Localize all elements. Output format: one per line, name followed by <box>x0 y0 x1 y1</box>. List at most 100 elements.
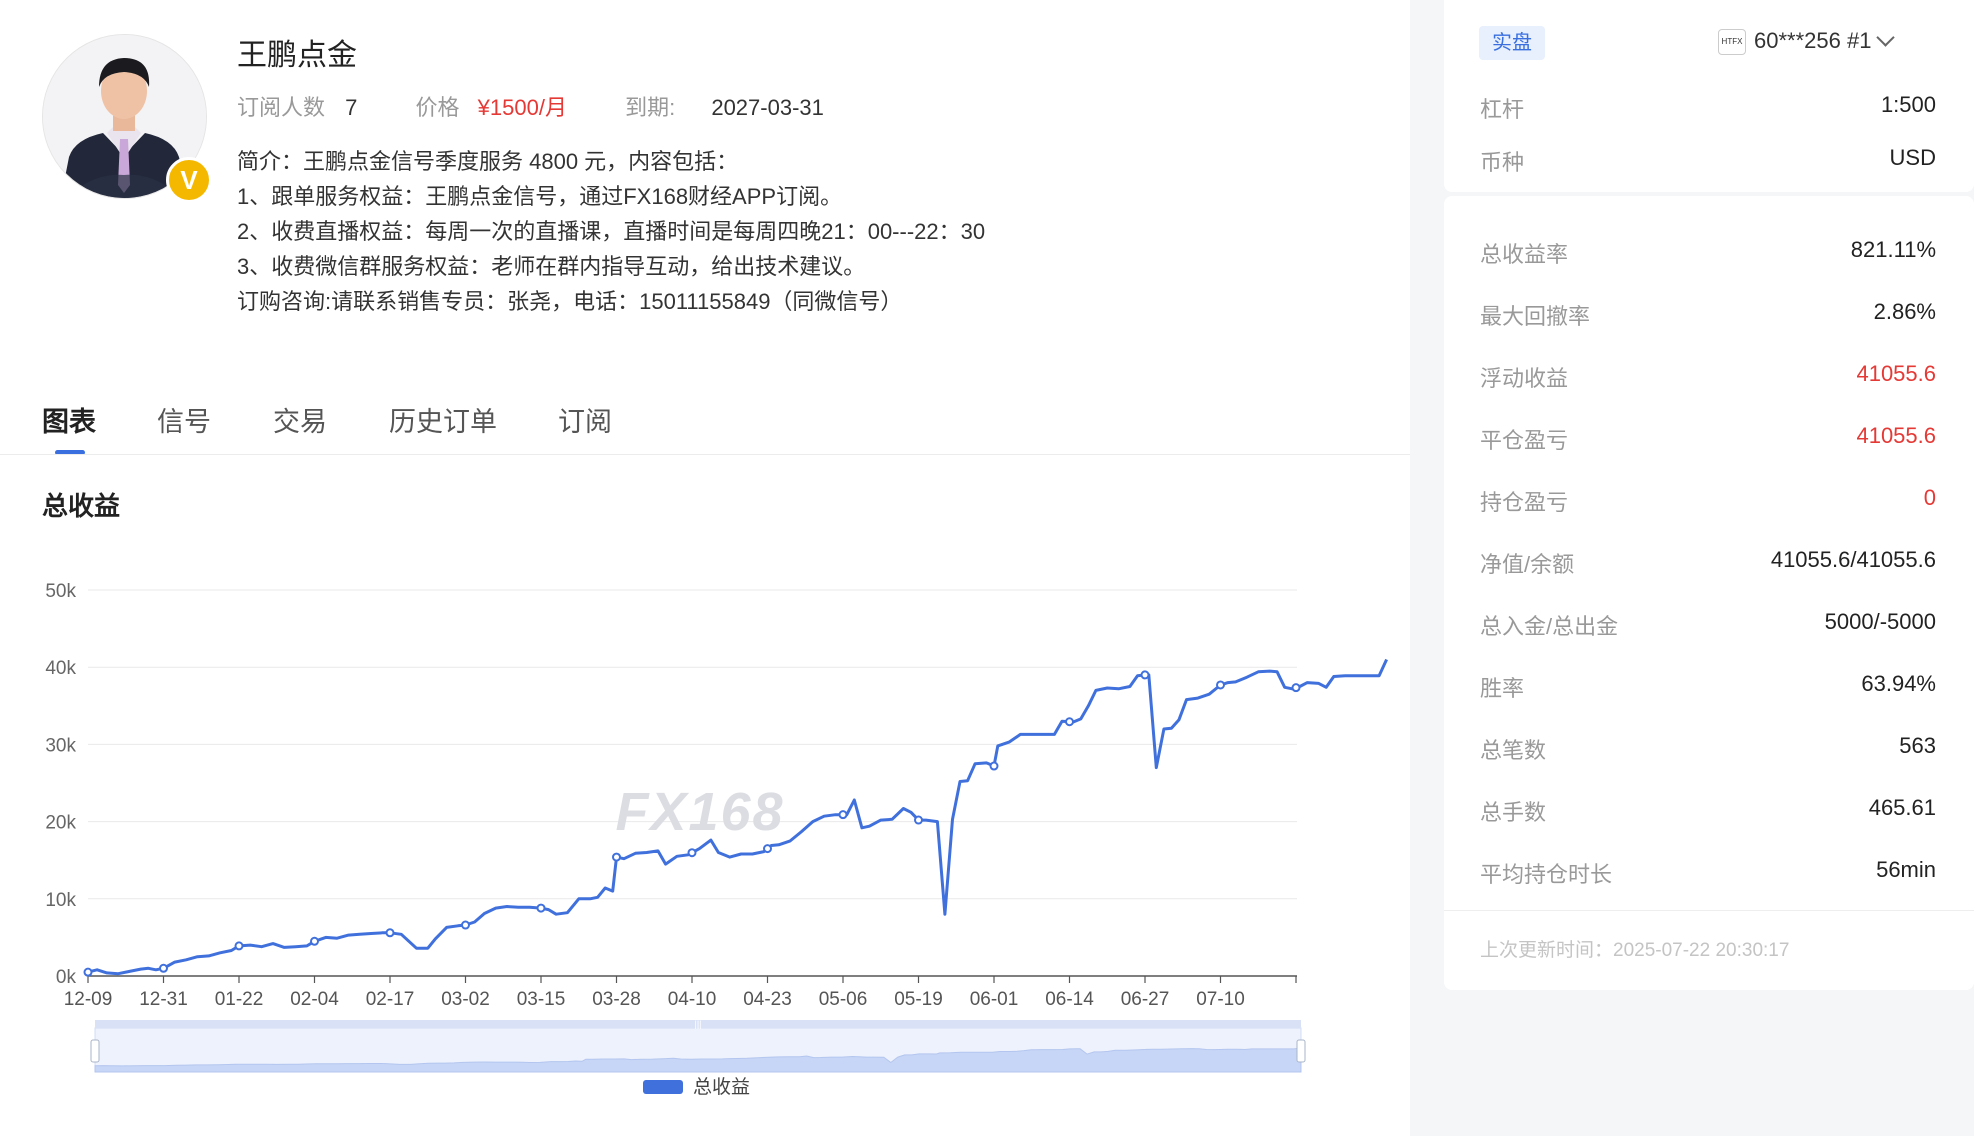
x-tick-label: 05-19 <box>894 989 943 1010</box>
tab-divider <box>0 454 1410 455</box>
signal-name: 王鹏点金 <box>237 39 357 72</box>
data-point <box>612 852 621 862</box>
stat-value: 563 <box>1899 733 1936 758</box>
x-tick-label: 06-14 <box>1045 989 1094 1010</box>
price-value: ¥1500/月 <box>477 95 567 120</box>
watermark: FX168 <box>615 782 784 842</box>
profile-meta: 订阅人数 7 价格 ¥1500/月 到期: 2027-03-31 <box>237 90 824 122</box>
data-point <box>1216 680 1225 690</box>
stat-value: 41055.6 <box>1856 361 1936 386</box>
account-selector[interactable]: HTFX 60***256 #1 <box>1718 28 1896 56</box>
data-point <box>1065 717 1074 727</box>
stat-label: 胜率 <box>1480 676 1525 701</box>
zoom-slider-grip: ||| <box>694 1019 701 1029</box>
stat-value: 41055.6 <box>1856 423 1936 448</box>
zoom-slider-handle-left[interactable] <box>90 1039 100 1063</box>
live-account-tag: 实盘 <box>1479 26 1545 60</box>
stat-label: 净值/余额 <box>1480 552 1575 577</box>
total-profit-chart: 0k 10k 20k 30k 40k 50k 12-09 12-31 01-22 02-04 02-… <box>45 581 1388 1098</box>
stat-label: 总手数 <box>1480 800 1547 825</box>
x-tick-label: 03-02 <box>441 989 490 1010</box>
data-point <box>914 815 923 825</box>
data-point <box>536 903 546 913</box>
leverage-value: 1:500 <box>1880 92 1936 117</box>
y-tick-label: 10k <box>45 890 76 911</box>
x-tick-label: 07-10 <box>1196 989 1245 1010</box>
data-point <box>1140 670 1150 680</box>
description-line: 订购咨询:请联系销售专员：张尧，电话：15011155849（同微信号） <box>237 289 903 314</box>
tab-trades[interactable]: 交易 <box>273 400 327 439</box>
stat-value: 41055.6/41055.6 <box>1770 547 1936 572</box>
stat-value: 465.61 <box>1868 795 1936 820</box>
x-tick-label: 02-04 <box>290 989 339 1010</box>
description-line: 1、跟单服务权益：王鹏点金信号，通过FX168财经APP订阅。 <box>237 184 843 209</box>
price-label: 价格 <box>415 95 460 120</box>
chart-title: 总收益 <box>42 491 121 521</box>
data-point <box>1291 683 1301 693</box>
stat-value: 2.86% <box>1873 299 1936 324</box>
description-line: 2、收费直播权益：每周一次的直播课，直播时间是每周四晚21：00---22：30 <box>237 219 986 244</box>
stat-label: 总入金/总出金 <box>1480 614 1619 639</box>
data-point <box>385 928 395 938</box>
description-line: 3、收费微信群服务权益：老师在群内指导互动，给出技术建议。 <box>237 254 866 279</box>
stat-label: 最大回撤率 <box>1480 304 1591 329</box>
x-tick-label: 05-06 <box>819 989 868 1010</box>
y-tick-label: 40k <box>45 658 76 679</box>
x-tick-label: 04-23 <box>743 989 792 1010</box>
stat-value: 63.94% <box>1861 671 1936 696</box>
y-tick-label: 20k <box>45 813 76 834</box>
stat-label: 总笔数 <box>1480 738 1547 763</box>
tab-subscribe[interactable]: 订阅 <box>558 400 612 439</box>
x-tick-label: 12-31 <box>139 989 188 1010</box>
x-tick-label: 03-28 <box>592 989 641 1010</box>
main-panel: V 王鹏点金 订阅人数 7 价格 ¥1500/月 到期: 2027-03-31 … <box>0 0 1410 1136</box>
expire-value: 2027-03-31 <box>711 95 824 120</box>
stat-value: 0 <box>1923 485 1936 510</box>
tab-history-orders[interactable]: 历史订单 <box>389 400 497 439</box>
stat-value: 821.11% <box>1850 237 1936 262</box>
stats-divider <box>1444 910 1974 911</box>
x-tick-label: 06-01 <box>970 989 1019 1010</box>
stat-label: 总收益率 <box>1480 242 1569 267</box>
expire-label: 到期: <box>625 95 676 120</box>
y-tick-label: 0k <box>56 967 77 988</box>
legend-swatch[interactable] <box>643 1080 683 1094</box>
last-updated: 上次更新时间：2025-07-22 20:30:17 <box>1480 940 1790 961</box>
description-line: 简介：王鹏点金信号季度服务 4800 元，内容包括： <box>237 149 739 174</box>
data-point <box>838 810 848 820</box>
zoom-slider-handle-right[interactable] <box>1296 1039 1306 1063</box>
x-tick-label: 01-22 <box>215 989 264 1010</box>
leverage-label: 杠杆 <box>1480 97 1525 122</box>
data-point <box>83 967 93 977</box>
y-tick-label: 50k <box>45 581 76 602</box>
avatar[interactable]: V <box>42 34 212 203</box>
data-point <box>310 936 319 946</box>
x-tick-label: 04-10 <box>668 989 717 1010</box>
x-tick-label: 02-17 <box>366 989 415 1010</box>
x-tick-label: 03-15 <box>517 989 566 1010</box>
x-tick-label: 12-09 <box>64 989 113 1010</box>
stat-label: 持仓盈亏 <box>1480 490 1569 515</box>
stat-value: 56min <box>1876 857 1936 882</box>
data-point <box>989 761 999 771</box>
subscribers-label: 订阅人数 <box>237 95 326 120</box>
stat-value: 5000/-5000 <box>1824 609 1936 634</box>
x-tick-label: 06-27 <box>1121 989 1170 1010</box>
data-point <box>234 941 244 951</box>
stat-label: 平仓盈亏 <box>1480 428 1569 453</box>
verified-badge-icon: V <box>166 157 212 203</box>
description: 简介：王鹏点金信号季度服务 4800 元，内容包括： 1、跟单服务权益：王鹏点金… <box>237 144 985 319</box>
legend-label: 总收益 <box>693 1076 750 1098</box>
chevron-down-icon[interactable] <box>1876 28 1896 47</box>
y-tick-label: 30k <box>45 735 76 756</box>
tab-signal[interactable]: 信号 <box>157 400 211 439</box>
data-point <box>461 920 470 930</box>
stat-label: 浮动收益 <box>1480 366 1569 391</box>
data-point <box>687 848 697 858</box>
account-id: 60***256 #1 <box>1754 28 1872 53</box>
currency-label: 币种 <box>1480 150 1525 175</box>
data-point <box>159 963 168 973</box>
data-point <box>763 844 772 854</box>
stat-label: 平均持仓时长 <box>1480 862 1613 887</box>
tab-chart[interactable]: 图表 <box>42 400 96 439</box>
